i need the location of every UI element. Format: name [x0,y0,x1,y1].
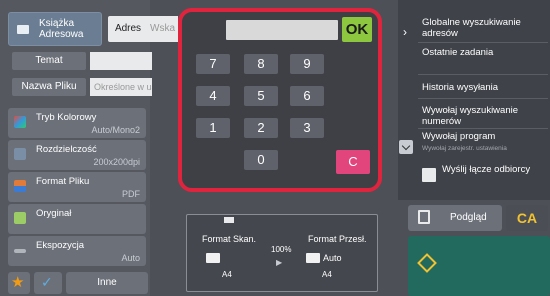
check-icon: ✓ [41,274,53,290]
file-format-value: PDF [122,189,140,199]
resolution-icon [14,148,26,160]
subject-field[interactable] [90,52,152,70]
filename-label: Nazwa Pliku [21,81,77,92]
filename-button[interactable]: Nazwa Pliku [12,78,86,96]
original-icon [14,212,26,224]
key-6[interactable]: 6 [290,86,324,106]
menu-call-program[interactable]: Wywołaj program [422,131,548,142]
star-icon: ★ [11,274,25,291]
key-4[interactable]: 4 [196,86,230,106]
clear-all-button[interactable]: CA [506,205,548,231]
menu-label: Ostatnie zadania [422,47,494,58]
scan-paper-icon [206,253,220,263]
send-receipt-checkbox[interactable] [422,168,436,182]
chevron-down-icon[interactable] [399,140,413,154]
start-icon [417,253,437,273]
menu-label: Wywołaj program [422,131,496,142]
preview-button[interactable]: Podgląd [408,205,502,231]
exposure-button[interactable]: Ekspozycja Auto [8,236,146,266]
menu-label: Globalne wyszukiwanie adresów [422,17,521,39]
key-8[interactable]: 8 [244,54,278,74]
preview-icon [418,210,430,224]
address-book-icon [17,25,29,34]
address-book-label: Książka Adresowa [39,18,84,40]
exposure-title: Ekspozycja [36,240,85,251]
send-format-label: Format Przesł. [308,234,367,244]
clear-button[interactable]: C [336,150,370,174]
ok-button[interactable]: OK [342,17,372,42]
key-5[interactable]: 5 [244,86,278,106]
scanner-icon [224,217,234,223]
menu-divider [418,74,548,75]
color-mode-icon [14,116,26,128]
menu-divider [418,128,548,129]
program-subtext: Wywołaj zarejestr. ustawienia [422,145,507,152]
original-button[interactable]: Oryginał [8,204,146,234]
others-label: Inne [97,277,117,288]
filename-placeholder: Określone w ustaw [94,82,152,92]
key-2[interactable]: 2 [244,118,278,138]
address-input-placeholder: Wska [150,23,175,34]
key-0[interactable]: 0 [244,150,278,170]
original-title: Oryginał [36,208,72,219]
menu-recent-jobs[interactable]: Ostatnie zadania [422,47,548,58]
address-input-partial[interactable]: Wska [148,16,178,42]
key-3[interactable]: 3 [290,118,324,138]
address-tab-label: Adres [114,23,142,34]
file-format-button[interactable]: Format Pliku PDF [8,172,146,202]
resolution-value: 200x200dpi [93,157,140,167]
key-7[interactable]: 7 [196,54,230,74]
scan-format-label: Format Skan. [202,234,257,244]
file-format-title: Format Pliku [36,176,90,187]
preview-label: Podgląd [450,212,487,223]
exposure-icon [14,249,26,253]
color-mode-value: Auto/Mono2 [91,125,140,135]
menu-global-address-search[interactable]: Globalne wyszukiwanie adresów [422,17,548,39]
filename-field[interactable]: Określone w ustaw [90,78,152,96]
others-button[interactable]: Inne [66,272,148,294]
key-1[interactable]: 1 [196,118,230,138]
subject-button[interactable]: Temat [12,52,86,70]
send-size-value: A4 [322,270,332,279]
favorite-button[interactable]: ★ [8,272,30,294]
arrow-right-icon: ▶ [276,258,283,267]
resolution-title: Rozdzielczość [36,144,97,155]
menu-label: Wywołaj wyszukiwanie numerów [422,105,518,127]
menu-send-history[interactable]: Historia wysyłania [422,82,548,93]
exposure-value: Auto [121,253,140,263]
address-tab[interactable]: Adres [108,16,148,42]
menu-divider [418,42,548,43]
menu-number-search[interactable]: Wywołaj wyszukiwanie numerów [422,105,548,127]
key-9[interactable]: 9 [290,54,324,74]
color-mode-title: Tryb Kolorowy [36,112,97,123]
file-format-icon [14,180,26,192]
ratio-value: 100% [271,245,292,254]
menu-label: Historia wysyłania [422,82,499,93]
subject-label: Temat [35,55,63,66]
send-paper-icon [306,253,320,263]
address-book-button[interactable]: Książka Adresowa [8,12,102,46]
menu-divider [418,98,548,99]
start-button[interactable] [408,236,550,296]
send-mode-value: Auto [323,253,342,263]
send-receipt-label: Wyślij łącze odbiorcy [442,164,531,175]
confirm-button[interactable]: ✓ [34,272,62,294]
keypad-display [226,20,338,40]
chevron-right-icon[interactable]: › [398,22,412,42]
scan-size-value: A4 [222,270,232,279]
resolution-button[interactable]: Rozdzielczość 200x200dpi [8,140,146,170]
color-mode-button[interactable]: Tryb Kolorowy Auto/Mono2 [8,108,146,138]
